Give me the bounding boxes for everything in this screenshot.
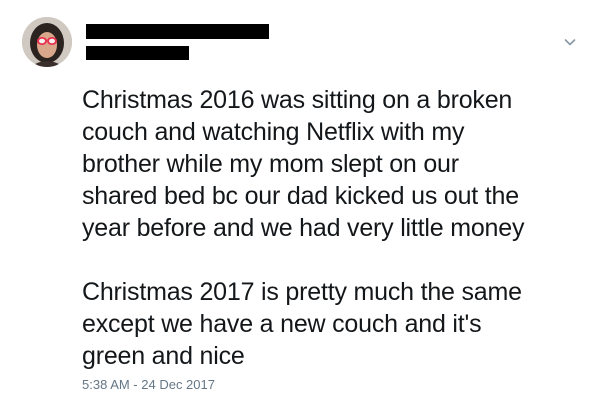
tweet-text-line: shared bed bc our dad kicked us out the [82,182,519,210]
redacted-display-name [86,24,269,39]
tweet-text: Christmas 2016 was sitting on a broken c… [82,84,602,372]
tweet-timestamp[interactable]: 5:38 AM - 24 Dec 2017 [82,377,215,393]
tweet-text-line: Christmas 2016 was sitting on a broken [82,86,513,114]
redacted-username [86,46,189,60]
tweet-card: Christmas 2016 was sitting on a broken c… [0,0,613,409]
avatar-image [22,17,72,67]
tweet-text-line: couch and watching Netflix with my [82,118,465,146]
tweet-text-line: except we have a new couch and it's [82,310,482,338]
tweet-text-line: year before and we had very little money [82,214,525,242]
tweet-text-line: green and nice [82,342,245,370]
chevron-down-icon[interactable] [563,35,577,49]
tweet-text-line: brother while my mom slept on our [82,150,459,178]
user-avatar[interactable] [22,17,72,67]
tweet-text-line: Christmas 2017 is pretty much the same [82,278,522,306]
